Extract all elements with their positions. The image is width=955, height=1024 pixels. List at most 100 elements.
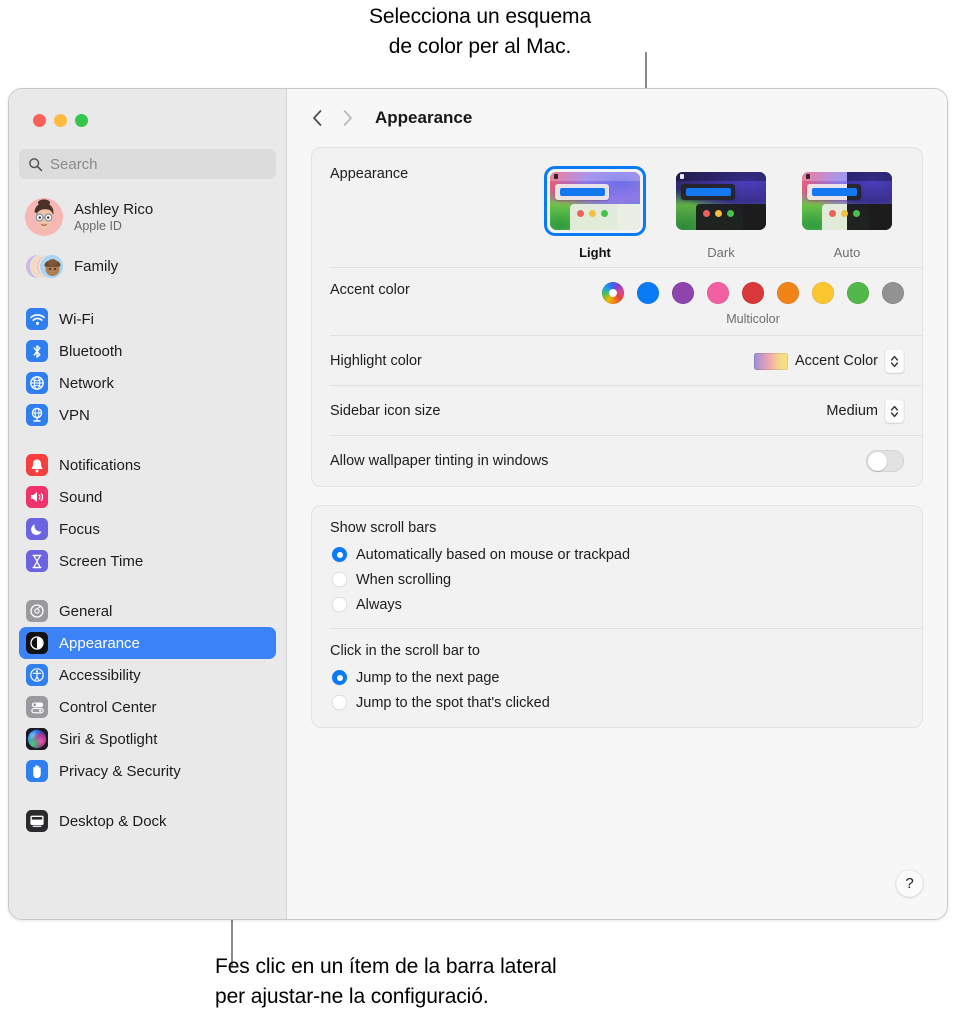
sidebar-item-wi-fi[interactable]: Wi-Fi xyxy=(19,303,276,335)
accent-swatch-multicolor[interactable] xyxy=(602,282,624,304)
globe-icon xyxy=(26,372,48,394)
sidebar-icon-size-label: Sidebar icon size xyxy=(330,403,441,419)
siri-icon xyxy=(26,728,48,750)
accent-swatch-blue[interactable] xyxy=(637,282,659,304)
radio-label: Always xyxy=(356,596,402,613)
sidebar-item-siri-spotlight[interactable]: Siri & Spotlight xyxy=(19,723,276,755)
sidebar-item-label: Notifications xyxy=(59,456,141,474)
click-scroll-bar-label: Click in the scroll bar to xyxy=(330,643,480,659)
accent-swatch-orange[interactable] xyxy=(777,282,799,304)
chevron-updown-icon xyxy=(885,399,904,423)
screenshot-stage: Selecciona un esquema de color per al Ma… xyxy=(0,0,955,1024)
vpn-icon xyxy=(26,404,48,426)
help-button[interactable]: ? xyxy=(896,870,923,897)
sidebar-item-label: Privacy & Security xyxy=(59,762,181,780)
sidebar-item-label: Siri & Spotlight xyxy=(59,730,158,748)
sidebar-icon-size-value: Medium xyxy=(826,403,878,419)
sidebar-item-screen-time[interactable]: Screen Time xyxy=(19,545,276,577)
forward-button[interactable] xyxy=(339,105,355,131)
sidebar-item-control-center[interactable]: Control Center xyxy=(19,691,276,723)
accent-swatch-red[interactable] xyxy=(742,282,764,304)
avatar xyxy=(25,198,63,236)
theme-options: Light Dark Auto xyxy=(544,166,904,260)
sidebar-item-apple-id[interactable]: Ashley Rico Apple ID xyxy=(19,193,276,241)
hand-icon xyxy=(26,760,48,782)
sidebar-icon-size-row: Sidebar icon size Medium xyxy=(312,386,922,436)
callout-top: Selecciona un esquema de color per al Ma… xyxy=(300,2,660,62)
radio-show-scroll-auto[interactable]: Automatically based on mouse or trackpad xyxy=(330,542,904,567)
highlight-color-swatch xyxy=(753,352,788,370)
sidebar-item-focus[interactable]: Focus xyxy=(19,513,276,545)
theme-option-light[interactable]: Light xyxy=(544,166,646,260)
bell-icon xyxy=(26,454,48,476)
close-button[interactable] xyxy=(33,114,46,127)
zoom-button[interactable] xyxy=(75,114,88,127)
radio-label: Jump to the next page xyxy=(356,669,500,686)
sidebar-item-label: Bluetooth xyxy=(59,342,123,360)
sidebar-icon-size-popup[interactable]: Medium xyxy=(826,399,904,423)
sidebar-item-label: Appearance xyxy=(59,634,140,652)
control-center-icon xyxy=(26,696,48,718)
sidebar-item-label: Network xyxy=(59,374,115,392)
hourglass-icon xyxy=(26,550,48,572)
content-pane: Appearance Appearance Light Dark Auto Ac… xyxy=(287,89,947,919)
accent-swatch-green[interactable] xyxy=(847,282,869,304)
radio-show-scroll-when-scrolling[interactable]: When scrolling xyxy=(330,567,904,592)
search-input[interactable]: Search xyxy=(19,149,276,179)
sidebar-item-bluetooth[interactable]: Bluetooth xyxy=(19,335,276,367)
account-subtitle: Apple ID xyxy=(74,219,122,233)
sidebar-item-desktop-dock[interactable]: Desktop & Dock xyxy=(19,805,276,837)
sidebar-item-label: Screen Time xyxy=(59,552,144,570)
sidebar-item-sound[interactable]: Sound xyxy=(19,481,276,513)
sidebar-item-general[interactable]: General xyxy=(19,595,276,627)
theme-option-dark[interactable]: Dark xyxy=(670,166,772,260)
radio-button[interactable] xyxy=(332,695,347,710)
sidebar-item-label: Desktop & Dock xyxy=(59,812,167,830)
gear-icon xyxy=(26,600,48,622)
sidebar-item-accessibility[interactable]: Accessibility xyxy=(19,659,276,691)
radio-button[interactable] xyxy=(332,670,347,685)
radio-show-scroll-always[interactable]: Always xyxy=(330,592,904,617)
radio-button[interactable] xyxy=(332,547,347,562)
appearance-icon xyxy=(26,632,48,654)
theme-label: Light xyxy=(579,245,611,260)
speaker-icon xyxy=(26,486,48,508)
accent-swatch-pink[interactable] xyxy=(707,282,729,304)
theme-thumbnail-light xyxy=(550,172,640,230)
window-controls xyxy=(19,89,276,127)
accent-swatch-purple[interactable] xyxy=(672,282,694,304)
accent-swatch-graphite[interactable] xyxy=(882,282,904,304)
sidebar-item-network[interactable]: Network xyxy=(19,367,276,399)
sidebar-item-vpn[interactable]: VPN xyxy=(19,399,276,431)
radio-label: When scrolling xyxy=(356,571,452,588)
sidebar-item-appearance[interactable]: Appearance xyxy=(19,627,276,659)
toolbar: Appearance xyxy=(287,89,947,147)
highlight-color-popup[interactable]: Accent Color xyxy=(753,349,904,373)
sidebar-group-system: General Appearance Accessibility Control… xyxy=(19,595,276,787)
accent-color-swatches xyxy=(602,282,904,304)
radio-button[interactable] xyxy=(332,572,347,587)
sidebar-item-family[interactable]: Family xyxy=(19,247,276,285)
callout-bottom-line1: Fes clic en un ítem de la barra lateral xyxy=(215,955,557,978)
appearance-label: Appearance xyxy=(330,166,409,182)
show-scroll-bars-group: Show scroll bars Automatically based on … xyxy=(312,506,922,629)
sidebar-item-notifications[interactable]: Notifications xyxy=(19,449,276,481)
theme-thumbnail-auto xyxy=(802,172,892,230)
wallpaper-tinting-toggle[interactable] xyxy=(866,450,904,472)
search-icon xyxy=(28,157,43,172)
accent-color-caption: Multicolor xyxy=(726,312,780,326)
callout-bottom: Fes clic en un ítem de la barra lateral … xyxy=(215,952,735,1012)
radio-jump-next-page[interactable]: Jump to the next page xyxy=(330,665,904,690)
radio-button[interactable] xyxy=(332,597,347,612)
bluetooth-icon xyxy=(26,340,48,362)
sidebar-item-privacy-security[interactable]: Privacy & Security xyxy=(19,755,276,787)
account-name: Ashley Rico xyxy=(74,201,154,218)
theme-option-auto[interactable]: Auto xyxy=(796,166,898,260)
accent-color-row: Accent color Multicolor xyxy=(312,268,922,336)
sidebar-item-label: Sound xyxy=(59,488,103,506)
back-button[interactable] xyxy=(309,105,325,131)
appearance-settings-card: Appearance Light Dark Auto Accent color … xyxy=(311,147,923,487)
radio-jump-to-spot[interactable]: Jump to the spot that's clicked xyxy=(330,690,904,715)
minimize-button[interactable] xyxy=(54,114,67,127)
accent-swatch-yellow[interactable] xyxy=(812,282,834,304)
